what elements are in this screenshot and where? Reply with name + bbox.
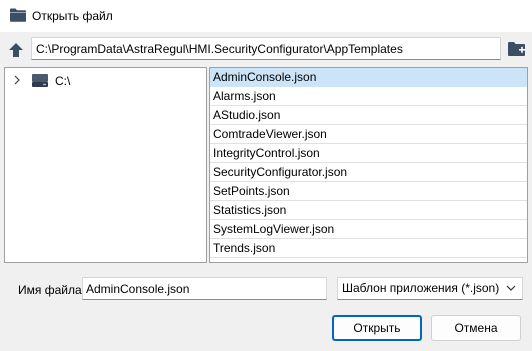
file-list-item[interactable]: Alarms.json	[210, 87, 527, 106]
file-type-value: Шаблон приложения (*.json)	[342, 281, 500, 295]
drive-icon	[32, 74, 48, 87]
folder-icon	[10, 8, 26, 22]
title-bar: Открыть файл	[0, 0, 532, 32]
tree-item-drive-c[interactable]: C:\	[5, 72, 206, 90]
file-list-item[interactable]: IntegrityControl.json	[210, 144, 527, 163]
chevron-right-icon[interactable]	[13, 75, 21, 85]
file-type-select[interactable]: Шаблон приложения (*.json)	[337, 277, 523, 300]
path-bar	[0, 36, 532, 64]
file-list-item[interactable]: Statistics.json	[210, 201, 527, 220]
file-list-item[interactable]: Trends.json	[210, 239, 527, 258]
file-list-item[interactable]: SystemLogViewer.json	[210, 220, 527, 239]
file-list-item[interactable]: AStudio.json	[210, 106, 527, 125]
file-list-item[interactable]: SecurityConfigurator.json	[210, 163, 527, 182]
filename-input[interactable]	[82, 277, 327, 300]
chevron-down-icon	[506, 285, 516, 291]
new-folder-icon[interactable]	[508, 41, 526, 57]
tree-item-label: C:\	[55, 74, 71, 88]
window-title: Открыть файл	[32, 9, 113, 23]
cancel-button[interactable]: Отмена	[431, 315, 521, 341]
up-arrow-icon[interactable]	[8, 42, 24, 58]
file-list[interactable]: AdminConsole.json Alarms.json AStudio.js…	[209, 67, 528, 263]
open-button[interactable]: Открыть	[332, 315, 422, 341]
folder-tree[interactable]: C:\	[4, 67, 207, 263]
file-list-item[interactable]: SetPoints.json	[210, 182, 527, 201]
path-input[interactable]	[31, 37, 501, 60]
filename-label: Имя файла:	[18, 283, 85, 297]
file-list-item[interactable]: AdminConsole.json	[210, 68, 527, 87]
file-list-item[interactable]: ComtradeViewer.json	[210, 125, 527, 144]
